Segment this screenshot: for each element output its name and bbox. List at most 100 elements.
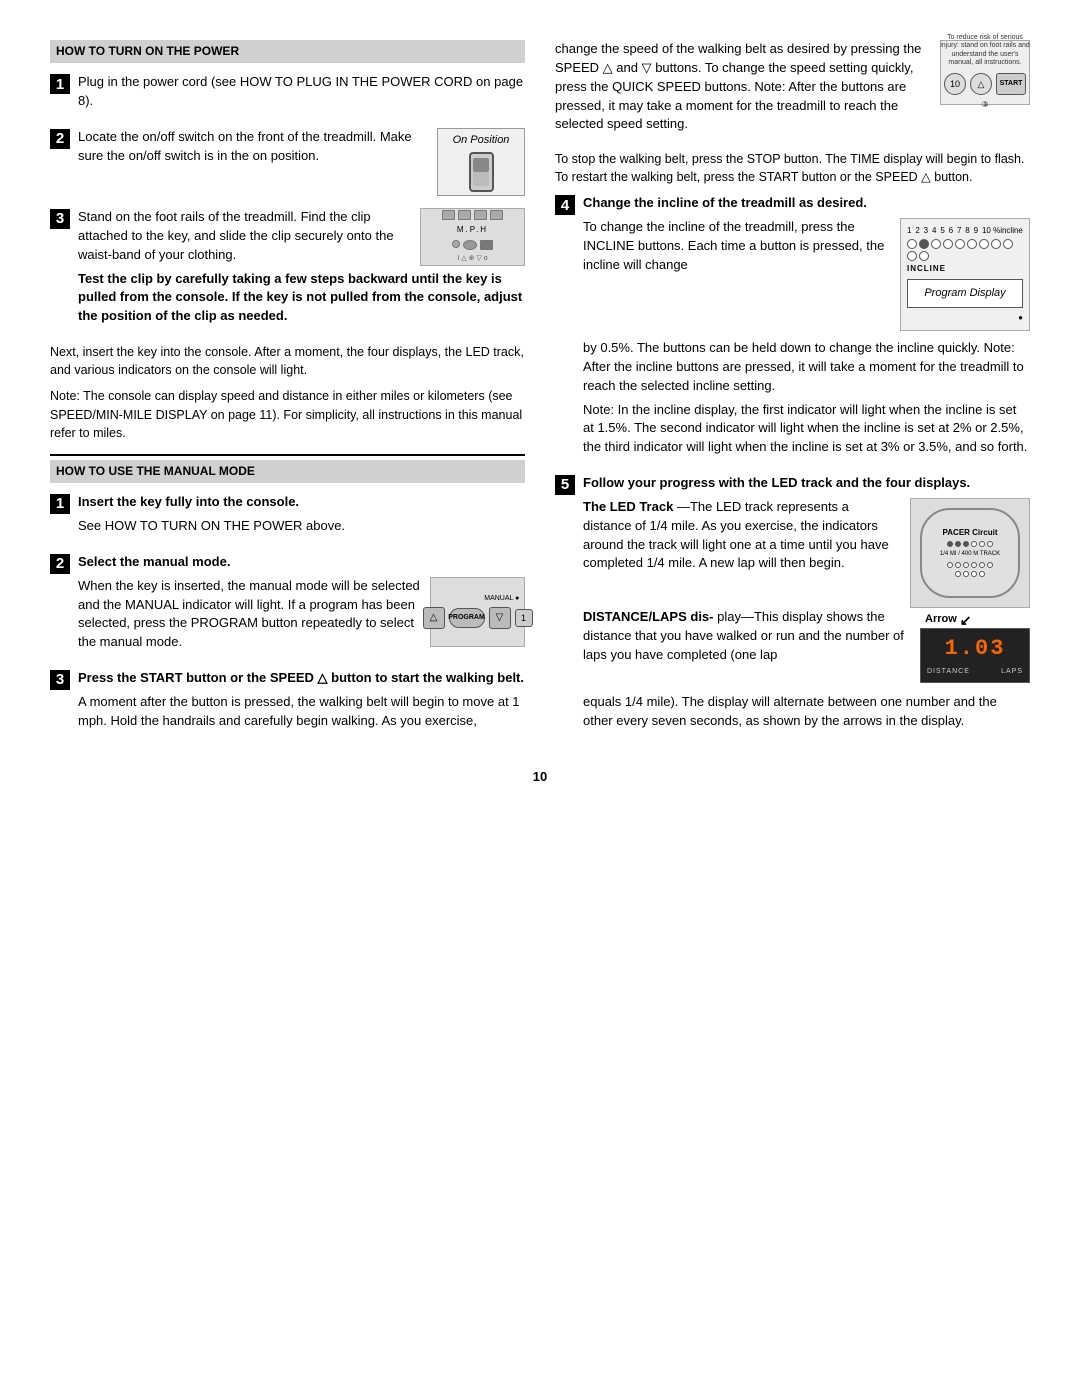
speed-stop-para: To stop the walking belt, press the STOP… (555, 150, 1030, 186)
manual-step-1-heading: Insert the key fully into the console. (78, 493, 525, 512)
key-label: I △ ⊕ ▽ o (457, 254, 487, 264)
on-position-label: On Position (453, 133, 510, 149)
pacer-dots-top (947, 541, 993, 547)
key-7 (490, 210, 503, 220)
step-5-heading: Follow your progress with the LED track … (583, 474, 1030, 493)
keypad-row-1 (442, 210, 503, 220)
step-2-text: Locate the on/off switch on the front of… (78, 128, 427, 171)
manual-step-num-1: 1 (50, 494, 70, 514)
speed-btn-row: 10 △ START (944, 73, 1026, 95)
speed-10-btn[interactable]: 10 (944, 73, 966, 95)
step-3-image: M.P.H I △ ⊕ ▽ o (420, 208, 525, 266)
led-track-diagram: PACER Circuit 1/4 MI / 400 M TRACK (910, 498, 1030, 608)
key-5 (458, 210, 471, 220)
distance-display-wrap: Arrow ↙ 1.03 DISTANCE LAPS (920, 628, 1030, 683)
manual-step-3: 3 Press the START button or the SPEED △ … (50, 669, 525, 736)
step-1-text: Plug in the power cord (see HOW TO PLUG … (78, 73, 525, 111)
step-3-para: Stand on the foot rails of the treadmill… (78, 208, 410, 265)
up-triangle-btn[interactable]: △ (423, 607, 445, 629)
manual-step-1-content: Insert the key fully into the console. S… (78, 493, 525, 541)
pacer-dot-9 (963, 562, 969, 568)
step-5-led: 5 Follow your progress with the LED trac… (555, 474, 1030, 736)
section-heading-manual: HOW TO USE THE MANUAL MODE (50, 460, 525, 483)
distance-text: DISTANCE/LAPS dis- play—This display sho… (583, 608, 905, 670)
start-btn[interactable]: START (996, 73, 1026, 95)
pacer-dot-7 (947, 562, 953, 568)
manual-step-2-inline: When the key is inserted, the manual mod… (78, 577, 525, 657)
led-track-heading: The LED Track (583, 499, 673, 514)
program-display-label: Program Display (924, 287, 1005, 299)
pacer-dot-8 (955, 562, 961, 568)
incline-dot-3 (931, 239, 941, 249)
mph-label: M.P.H (457, 224, 488, 236)
manual-step-2-image: MANUAL ● △ PROGRAM ▽ 1 (430, 577, 525, 647)
step-num-3: 3 (50, 209, 70, 229)
step-2-image: On Position (437, 128, 525, 196)
key-6 (474, 210, 487, 220)
incline-dot-8 (991, 239, 1001, 249)
left-column: HOW TO TURN ON THE POWER 1 Plug in the p… (50, 40, 525, 748)
step-3-text: Stand on the foot rails of the treadmill… (78, 208, 410, 270)
step-1-content: Plug in the power cord (see HOW TO PLUG … (78, 73, 525, 116)
manual-step-1-text: See HOW TO TURN ON THE POWER above. (78, 517, 525, 536)
on-position-diagram: On Position (437, 128, 525, 196)
manual-step-3-content: Press the START button or the SPEED △ bu… (78, 669, 525, 736)
manual-indicator-text: MANUAL ● (436, 594, 520, 604)
speed-up-btn[interactable]: △ (970, 73, 992, 95)
manual-step-num-2: 2 (50, 554, 70, 574)
switch-knob-bottom (473, 172, 489, 186)
incline-text-left: To change the incline of the treadmill, … (583, 218, 888, 280)
key-icon-circle (463, 240, 477, 250)
program-display-box: Program Display (907, 279, 1023, 309)
incline-label: INCLINE (907, 263, 1023, 275)
page-number: 10 (50, 768, 1030, 787)
speed-text: change the speed of the walking belt as … (555, 40, 928, 140)
incline-dot-2 (919, 239, 929, 249)
speed-num-label: ③ (981, 99, 988, 111)
manual-step-2: 2 Select the manual mode. When the key i… (50, 553, 525, 657)
step-num-5: 5 (555, 475, 575, 495)
incline-dot-4 (943, 239, 953, 249)
switch-knob-top (473, 158, 489, 172)
incline-dot-11 (919, 251, 929, 261)
distance-heading: DISTANCE/LAPS dis- (583, 609, 714, 624)
key-8 (452, 240, 460, 248)
distance-labels: DISTANCE LAPS (921, 667, 1029, 677)
incline-diagram: 123 456 789 10 %incline (900, 218, 1030, 331)
down-triangle-btn[interactable]: ▽ (489, 607, 511, 629)
arrow-text: Arrow (925, 612, 957, 628)
step-4-incline: 4 Change the incline of the treadmill as… (555, 194, 1030, 462)
step-2-para: Locate the on/off switch on the front of… (78, 128, 427, 166)
pacer-dot-15 (971, 571, 977, 577)
manual-step-1: 1 Insert the key fully into the console.… (50, 493, 525, 541)
pacer-dot-12 (987, 562, 993, 568)
switch-shape (469, 152, 494, 192)
caution-text: To reduce risk of serious injury: stand … (940, 34, 1030, 68)
incline-dots-row (907, 239, 1023, 261)
pacer-title: PACER Circuit (943, 529, 998, 538)
pacer-dot-16 (979, 571, 985, 577)
distance-para-2: equals 1/4 mile). The display will alter… (583, 693, 1030, 731)
pacer-dot-10 (971, 562, 977, 568)
program-btn[interactable]: PROGRAM (449, 608, 485, 628)
page-layout: HOW TO TURN ON THE POWER 1 Plug in the p… (50, 40, 1030, 748)
num-1-btn[interactable]: 1 (515, 609, 533, 627)
incline-dot-7 (979, 239, 989, 249)
step-2-inline: Locate the on/off switch on the front of… (78, 128, 525, 196)
step-3-power: 3 Stand on the foot rails of the treadmi… (50, 208, 525, 331)
incline-para-2: by 0.5%. The buttons can be held down to… (583, 339, 1030, 396)
step-num-1: 1 (50, 74, 70, 94)
step-3-content: Stand on the foot rails of the treadmill… (78, 208, 525, 331)
incline-dot-5 (955, 239, 965, 249)
keypad-diagram: M.P.H I △ ⊕ ▽ o (420, 208, 525, 266)
step-3-inline: Stand on the foot rails of the treadmill… (78, 208, 525, 270)
section-heading-power: HOW TO TURN ON THE POWER (50, 40, 525, 63)
step-3-bold: Test the clip by carefully taking a few … (78, 270, 525, 327)
distance-display: 1.03 DISTANCE LAPS (920, 628, 1030, 683)
manual-btn-row: △ PROGRAM ▽ 1 (423, 607, 533, 629)
distance-display-value: 1.03 (945, 633, 1006, 665)
pacer-sub-text: 1/4 MI / 400 M TRACK (940, 550, 1000, 559)
incline-inline: To change the incline of the treadmill, … (583, 218, 1030, 331)
step-num-4: 4 (555, 195, 575, 215)
step-1-power: 1 Plug in the power cord (see HOW TO PLU… (50, 73, 525, 116)
